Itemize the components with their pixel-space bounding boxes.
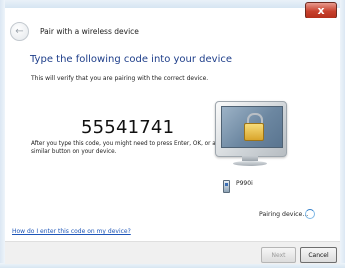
pairing-status: Pairing device...: [259, 211, 309, 218]
back-button[interactable]: ←: [10, 22, 29, 41]
window-frame-top: [0, 0, 345, 8]
instruction-text: After you type this code, you might need…: [31, 141, 216, 155]
window-frame-right: [340, 0, 345, 268]
phone-icon: [223, 180, 230, 193]
monitor-frame: [215, 101, 287, 157]
wizard-footer: Next Cancel: [5, 241, 340, 264]
cancel-button[interactable]: Cancel: [300, 247, 337, 263]
monitor-base: [233, 161, 267, 166]
page-heading: Type the following code into your device: [30, 54, 233, 65]
next-button[interactable]: Next: [261, 247, 296, 263]
wizard-header: ← Pair with a wireless device: [5, 18, 340, 45]
close-icon: x: [317, 4, 325, 17]
pair-device-window: x ← Pair with a wireless device Type the…: [0, 0, 345, 268]
pairing-code: 55541741: [81, 117, 175, 138]
wizard-content: Type the following code into your device…: [5, 45, 340, 241]
device-name: P990i: [236, 180, 253, 187]
monitor-screen: [221, 106, 283, 148]
back-arrow-icon: ←: [15, 26, 24, 37]
page-subtext: This will verify that you are pairing wi…: [31, 75, 209, 82]
help-link[interactable]: How do I enter this code on my device?: [12, 228, 131, 235]
close-button[interactable]: x: [305, 2, 337, 19]
lock-icon: [244, 123, 264, 141]
window-title: Pair with a wireless device: [40, 27, 139, 36]
spinner-icon: [305, 209, 315, 219]
monitor-lock-icon: [215, 101, 289, 167]
